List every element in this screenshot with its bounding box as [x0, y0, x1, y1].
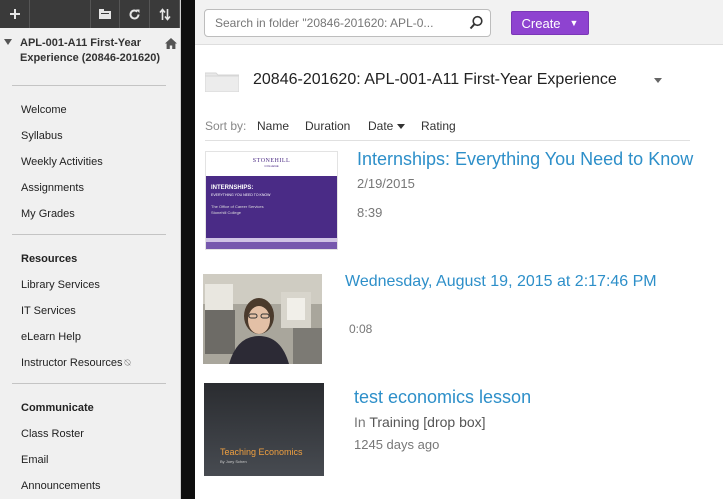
communicate-heading: Communicate: [21, 402, 94, 414]
sidebar-item-syllabus[interactable]: Syllabus: [0, 123, 180, 149]
top-bar: Create ▼: [195, 0, 723, 45]
collapse-caret-icon[interactable]: [4, 39, 12, 45]
sort-icon[interactable]: [150, 0, 180, 28]
course-title[interactable]: APL-001-A11 First-Year Experience (20846…: [20, 36, 162, 66]
sidebar-item-welcome[interactable]: Welcome: [0, 97, 180, 123]
folder-title[interactable]: 20846-201620: APL-001-A11 First-Year Exp…: [253, 71, 617, 89]
home-icon[interactable]: [165, 36, 177, 54]
sidebar-item-elearn-help[interactable]: eLearn Help: [0, 324, 180, 350]
session-folder-link[interactable]: Training [drop box]: [369, 414, 485, 430]
course-sidebar: APL-001-A11 First-Year Experience (20846…: [0, 0, 181, 499]
session-title[interactable]: Wednesday, August 19, 2015 at 2:17:46 PM: [345, 273, 657, 291]
sort-label: Sort by:: [205, 119, 247, 133]
sidebar-item-instructor-resources[interactable]: Instructor Resources ⍉: [0, 350, 180, 376]
session-folder: In Training [drop box]: [354, 414, 486, 430]
sidebar-item-announcements[interactable]: Announcements: [0, 473, 180, 499]
sort-option-label: Date: [368, 119, 394, 133]
search-icon[interactable]: [469, 15, 484, 35]
sidebar-item-label: Instructor Resources: [21, 357, 123, 369]
sort-direction-icon: [397, 124, 406, 130]
resources-heading: Resources: [21, 253, 78, 265]
search-input[interactable]: [215, 15, 460, 31]
session-thumbnail[interactable]: [203, 274, 322, 364]
sort-option-rating[interactable]: Rating: [421, 119, 456, 133]
sidebar-item-my-grades[interactable]: My Grades: [0, 201, 180, 227]
create-button-label: Create: [521, 15, 561, 31]
create-button[interactable]: Create ▼: [511, 11, 589, 35]
sidebar-item-assignments[interactable]: Assignments: [0, 175, 180, 201]
session-thumbnail[interactable]: Teaching Economics By Joey Schen: [204, 383, 324, 476]
session-item: STONEHILL COLLEGE INTERNSHIPS: EVERYTHIN…: [195, 149, 723, 252]
thumb-heading: Teaching Economics: [220, 447, 303, 457]
sidebar-item-weekly-activities[interactable]: Weekly Activities: [0, 149, 180, 175]
folder-view-icon[interactable]: [90, 0, 120, 28]
thumb-line1: The Office of Career Services: [211, 204, 264, 209]
caret-down-icon: ▼: [569, 18, 579, 28]
session-duration: 0:08: [349, 322, 373, 336]
thumb-stripe: [206, 242, 337, 249]
webcam-frame-image: [203, 274, 322, 364]
session-title[interactable]: Internships: Everything You Need to Know: [357, 149, 693, 170]
sidebar-item-it-services[interactable]: IT Services: [0, 298, 180, 324]
course-header: APL-001-A11 First-Year Experience (20846…: [0, 28, 180, 78]
folder-icon: [204, 70, 240, 97]
sidebar-toolbar: [0, 0, 180, 28]
session-title[interactable]: test economics lesson: [354, 387, 531, 408]
folder-content: Create ▼ 20846-201620: APL-001-A11 First…: [195, 0, 723, 499]
thumb-byline: By Joey Schen: [220, 459, 247, 464]
search-box[interactable]: [204, 9, 491, 37]
session-duration: 8:39: [357, 205, 383, 220]
communicate-menu: Communicate Class Roster Email Announcem…: [0, 384, 180, 503]
session-item: Teaching Economics By Joey Schen test ec…: [195, 382, 723, 482]
thumb-brand-sub: COLLEGE: [264, 164, 279, 168]
thumb-line2: Stonehill College: [211, 210, 242, 215]
folder-prefix: In: [354, 414, 366, 430]
sort-option-date[interactable]: Date: [368, 119, 406, 133]
thumb-slide: INTERNSHIPS: EVERYTHING YOU NEED TO KNOW…: [206, 176, 337, 238]
course-menu: Welcome Syllabus Weekly Activities Assig…: [0, 86, 180, 231]
sort-option-name[interactable]: Name: [257, 119, 289, 133]
folder-header: 20846-201620: APL-001-A11 First-Year Exp…: [204, 68, 705, 97]
restricted-icon: ⍉: [124, 358, 131, 369]
session-thumbnail[interactable]: STONEHILL COLLEGE INTERNSHIPS: EVERYTHIN…: [205, 151, 338, 250]
sidebar-item-email[interactable]: Email: [0, 447, 180, 473]
thumb-subheading: EVERYTHING YOU NEED TO KNOW: [211, 193, 271, 197]
session-age: 1245 days ago: [354, 437, 440, 452]
resources-menu: Resources Library Services IT Services e…: [0, 235, 180, 380]
sort-bar: Sort by: Name Duration Date Rating: [205, 118, 690, 141]
thumb-brand: STONEHILL: [252, 158, 291, 164]
sidebar-item-class-roster[interactable]: Class Roster: [0, 421, 180, 447]
sort-option-duration[interactable]: Duration: [305, 119, 350, 133]
refresh-icon[interactable]: [120, 0, 150, 28]
session-date: 2/19/2015: [357, 176, 415, 191]
folder-menu-caret-icon[interactable]: [654, 78, 662, 83]
session-item: Wednesday, August 19, 2015 at 2:17:46 PM…: [195, 272, 723, 366]
sidebar-item-library-services[interactable]: Library Services: [0, 272, 180, 298]
add-icon[interactable]: [0, 0, 30, 28]
panel-resize-handle[interactable]: [181, 0, 195, 499]
thumb-heading: INTERNSHIPS:: [211, 185, 254, 191]
